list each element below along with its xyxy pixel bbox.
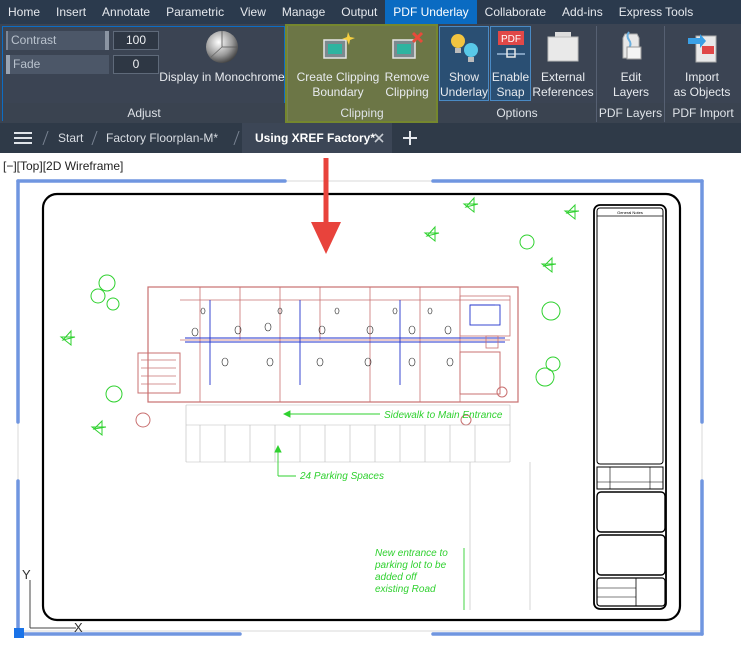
tab-express-tools[interactable]: Express Tools [611,0,701,24]
remove-clipping-button[interactable]: Remove Clipping [381,30,433,100]
show-underlay-line1: Show [448,70,480,84]
grip-square[interactable] [14,628,24,638]
contrast-label: Contrast [11,33,57,47]
folder-icon [547,32,579,62]
options-panel-label: Options [438,103,596,123]
tab-manage[interactable]: Manage [274,0,333,24]
remove-clipping-line2: Clipping [385,85,429,99]
tab-home[interactable]: Home [0,0,48,24]
file-tab-factory-floorplan[interactable]: Factory Floorplan-M* [106,123,218,153]
fade-label: Fade [13,57,41,71]
pdf-import-panel-label: PDF Import [665,103,741,123]
contrast-input[interactable]: 100 [113,31,159,50]
edit-layers-button[interactable]: Edit Layers [600,30,662,100]
display-monochrome-button[interactable]: Display in Monochrome [157,30,287,85]
fade-row: Fade 0 [6,55,159,74]
ext-ref-line1: External [540,70,586,84]
edit-layers-line1: Edit [620,70,642,84]
tab-separator [42,131,49,145]
tab-view[interactable]: View [232,0,274,24]
adjust-panel-label: Adjust [3,103,285,123]
import-as-objects-button[interactable]: Import as Objects [666,30,738,100]
show-underlay-button[interactable]: Show Underlay [439,30,489,100]
entrance-note-line3: added off [375,572,418,583]
edit-layers-line2: Layers [612,85,650,99]
pdf-layers-panel-label: PDF Layers [597,103,664,123]
fade-slider[interactable]: Fade [6,55,109,74]
lightbulb-icon [451,34,478,62]
title-block [593,204,667,610]
new-tab-plus-icon[interactable] [402,130,418,146]
enable-snap-button[interactable]: PDF Enable Snap [490,30,531,100]
tab-insert[interactable]: Insert [48,0,94,24]
enable-snap-line1: Enable [491,70,530,84]
tab-separator [91,131,98,145]
tab-annotate[interactable]: Annotate [94,0,158,24]
ribbon-tab-strip: Home Insert Annotate Parametric View Man… [0,0,741,24]
contrast-slider[interactable]: Contrast [6,31,109,50]
enable-snap-line2: Snap [496,85,525,99]
drawing-canvas[interactable]: General Notes Sidewalk to Main Entrance … [0,153,741,661]
external-references-button[interactable]: External References [532,30,594,100]
clipping-panel-label: Clipping [340,106,384,120]
tab-pdf-underlay[interactable]: PDF Underlay [385,0,477,24]
create-clipping-icon [323,32,355,59]
tab-parametric[interactable]: Parametric [158,0,232,24]
parking-note: 24 Parking Spaces [299,471,384,482]
create-clipping-line2: Boundary [312,85,364,99]
entrance-note-line4: existing Road [375,584,436,595]
pdf-snap-icon: PDF [496,31,525,58]
title-block-header: General Notes [617,210,643,215]
sidewalk-note: Sidewalk to Main Entrance [384,410,503,421]
tab-separator [233,131,240,145]
ucs-y-label: Y [22,567,31,582]
hamburger-menu-icon[interactable] [14,131,32,145]
pdf-badge-text: PDF [501,34,521,45]
create-clipping-boundary-button[interactable]: Create Clipping Boundary [293,30,383,100]
fade-input[interactable]: 0 [113,55,159,74]
close-tab-icon[interactable] [374,133,384,143]
slider-grip[interactable] [105,31,109,50]
sheet-border [41,192,682,622]
tab-output[interactable]: Output [333,0,385,24]
pdf-import-icon [688,34,717,63]
show-underlay-line2: Underlay [439,85,489,99]
tab-collaborate[interactable]: Collaborate [477,0,554,24]
file-tab-using-xref[interactable]: Using XREF Factory* [242,123,392,153]
import-line1: Import [684,70,719,84]
remove-clipping-line1: Remove [384,70,430,84]
create-clipping-line1: Create Clipping [296,70,380,84]
monochrome-icon [206,31,238,63]
import-line2: as Objects [673,85,731,99]
entrance-note-line1: New entrance to [375,548,448,559]
monochrome-label: Display in Monochrome [159,70,285,84]
entrance-note-line2: parking lot to be [374,560,447,571]
file-tab-using-xref-label: Using XREF Factory* [255,131,376,145]
remove-clipping-icon [392,31,424,59]
tab-add-ins[interactable]: Add-ins [554,0,611,24]
file-tabs-bar: Start Factory Floorplan-M* Using XREF Fa… [0,123,741,153]
ucs-x-label: X [74,620,83,635]
ext-ref-line2: References [532,85,594,99]
layers-icon [622,31,642,60]
contrast-row: Contrast 100 [6,31,159,50]
file-tab-start[interactable]: Start [58,123,83,153]
